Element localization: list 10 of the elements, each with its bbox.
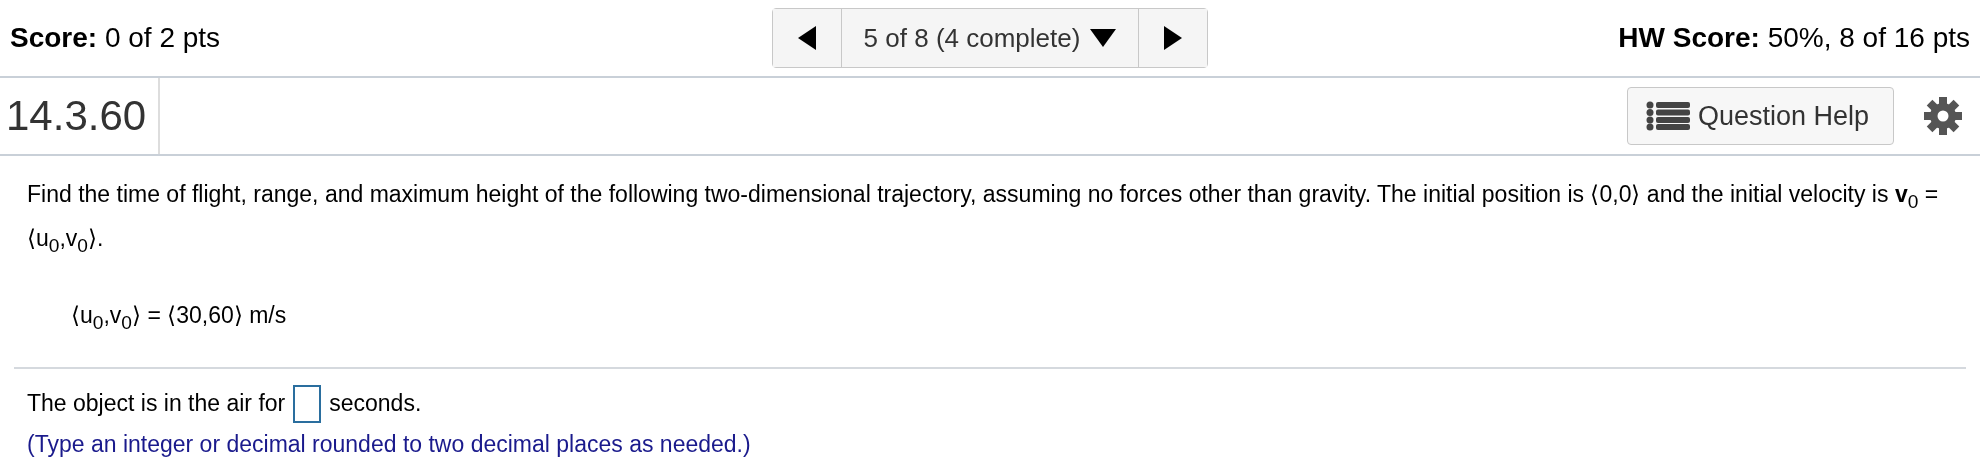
- answer-hint: (Type an integer or decimal rounded to two decimal places as needed.): [27, 430, 751, 457]
- problem-statement: Find the time of flight, range, and maximum height of the following two-dimensional trajectory, assuming no forces other than gravity. The initial position is ⟨0,0⟩ and the initial velocity is v$_{0}$ = ⟨u$_{0}$,v$_{0}$⟩.: [27, 180, 1940, 258]
- score-text: Score: 0 of 2 pts: [10, 22, 222, 54]
- given-velocity: ⟨u$_{0}$,v$_{0}$⟩ = ⟨30,60⟩ m/s: [71, 302, 287, 329]
- hw-score-text: HW Score: 50%, 8 of 16 pts: [1618, 22, 1970, 54]
- question-dropdown[interactable]: 5 of 8 (4 complete): [840, 9, 1140, 67]
- question-number: 14.3.60: [6, 78, 161, 154]
- answer-prompt: The object is in the air for: [27, 390, 286, 418]
- answer-unit: seconds.: [329, 390, 422, 418]
- question-help-button[interactable]: Question Help: [1626, 87, 1894, 145]
